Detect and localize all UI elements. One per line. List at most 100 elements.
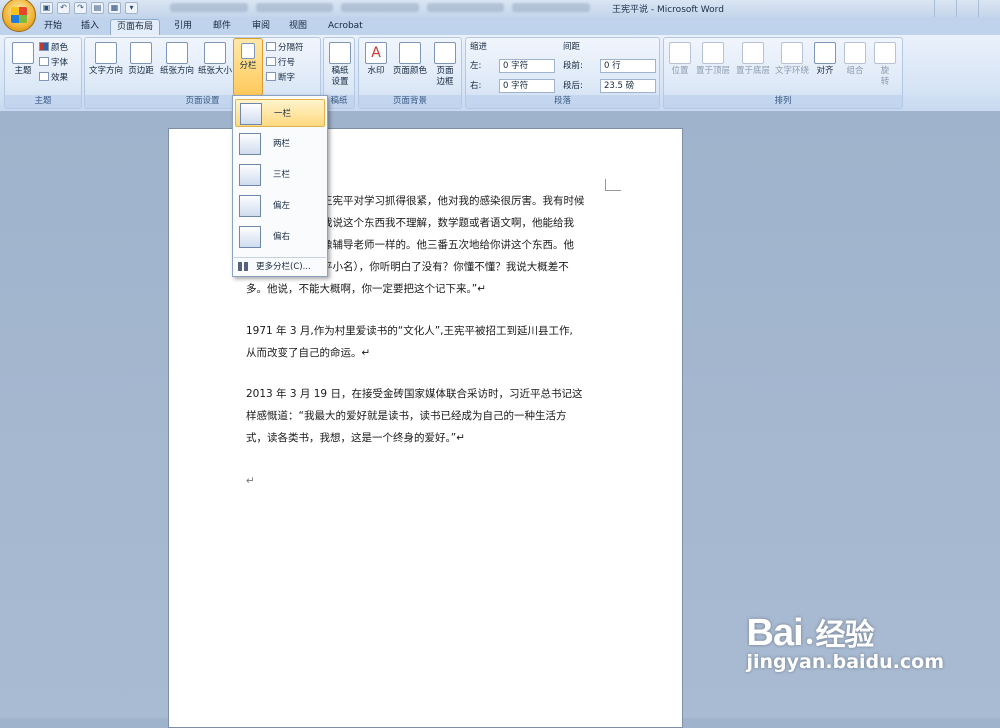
open-icon[interactable]: ▤ <box>91 2 104 14</box>
indent-heading: 缩进 <box>470 42 488 52</box>
watermark-button[interactable]: A 水印 <box>361 42 391 77</box>
bring-front-label: 置于顶层 <box>695 66 730 76</box>
quick-access-toolbar: ▣ ↶ ↷ ▤ ▦ ▾ <box>40 2 138 14</box>
fonts-label: 字体 <box>51 58 69 68</box>
paragraph-3[interactable]: 2013 年 3 月 19 日，在接受金砖国家媒体联合采访时，习近平总书记这 样… <box>246 383 612 449</box>
line-numbers-button[interactable]: 行号 <box>266 57 295 69</box>
group-theme: 主题 颜色 字体 效果 主题 <box>4 37 82 109</box>
menu-item-label: 两栏 <box>273 139 291 149</box>
text-wrap-label: 文字环绕 <box>774 66 809 76</box>
menu-item-left[interactable]: 偏左 <box>235 192 325 220</box>
bring-front-button[interactable]: 置于顶层 <box>694 42 732 77</box>
two-columns-icon <box>239 133 261 155</box>
menu-item-more-columns[interactable]: 更多分栏(C)... <box>234 257 326 275</box>
breaks-button[interactable]: 分隔符 <box>266 42 304 54</box>
draft-paper-icon <box>329 42 351 64</box>
text-direction-button[interactable]: 文字方向 <box>87 42 125 77</box>
colors-label: 颜色 <box>51 43 69 53</box>
group-objects-label: 组合 <box>846 66 864 76</box>
page-borders-icon <box>434 42 456 64</box>
send-back-button[interactable]: 置于底层 <box>734 42 772 77</box>
tab-view[interactable]: 视图 <box>283 19 313 35</box>
size-label: 纸张大小 <box>197 66 232 76</box>
left-column-icon <box>239 195 261 217</box>
text-line: 2013 年 3 月 19 日，在接受金砖国家媒体联合采访时，习近平总书记这 <box>246 388 583 400</box>
undo-icon[interactable]: ↶ <box>57 2 70 14</box>
line-numbers-icon <box>266 57 276 66</box>
tab-page-layout[interactable]: 页面布局 <box>110 19 161 35</box>
effects-button[interactable]: 效果 <box>39 72 68 84</box>
paper-size-icon <box>204 42 226 64</box>
indent-left-input[interactable]: 0 字符 <box>499 59 555 73</box>
tab-mailings[interactable]: 邮件 <box>207 19 237 35</box>
print-preview-icon[interactable]: ▦ <box>108 2 121 14</box>
group-label-draft: 稿纸 <box>324 95 354 108</box>
window-title: 王宪平说 - Microsoft Word <box>612 5 724 15</box>
page-borders-button[interactable]: 页面 边框 <box>431 42 459 88</box>
menu-item-two-columns[interactable]: 两栏 <box>235 130 325 158</box>
more-columns-icon <box>238 262 248 271</box>
margins-icon <box>130 42 152 64</box>
draft-setup-button[interactable]: 稿纸 设置 <box>326 42 354 88</box>
one-column-icon <box>240 103 262 125</box>
paragraph-2[interactable]: 1971 年 3 月,作为村里爱读书的“文化人”,王宪平被招工到延川县工作, 从… <box>246 320 612 364</box>
customize-qat-icon[interactable]: ▾ <box>125 2 138 14</box>
text-line: 样感慨道：“我最大的爱好就是读书，读书已经成为自己的一种生活方 <box>246 410 567 422</box>
tab-insert[interactable]: 插入 <box>75 19 105 35</box>
align-button[interactable]: 对齐 <box>812 42 838 77</box>
redo-icon[interactable]: ↷ <box>74 2 87 14</box>
window-controls <box>934 0 1000 17</box>
hyphenation-button[interactable]: 断字 <box>266 72 295 84</box>
effects-label: 效果 <box>51 73 69 83</box>
orientation-label: 纸张方向 <box>159 66 194 76</box>
text-wrap-button[interactable]: 文字环绕 <box>773 42 811 77</box>
align-label: 对齐 <box>816 66 834 76</box>
group-objects-icon <box>844 42 866 64</box>
indent-right-label: 右: <box>470 81 482 91</box>
group-label-theme: 主题 <box>5 95 81 108</box>
text-wrap-icon <box>781 42 803 64</box>
page-color-button[interactable]: 页面颜色 <box>391 42 429 77</box>
position-button[interactable]: 位置 <box>666 42 694 77</box>
group-background: A 水印 页面颜色 页面 边框 页面背景 <box>358 37 462 109</box>
tab-review[interactable]: 审阅 <box>246 19 276 35</box>
menu-item-label: 更多分栏(C)... <box>256 262 311 272</box>
hyphenation-label: 断字 <box>278 73 296 83</box>
group-label-background: 页面背景 <box>359 95 461 108</box>
menu-item-one-column[interactable]: 一栏 <box>235 99 325 127</box>
group-objects-button[interactable]: 组合 <box>841 42 869 77</box>
paw-icon: ● <box>805 633 814 648</box>
rotate-button[interactable]: 旋 转 <box>871 42 899 88</box>
tab-acrobat[interactable]: Acrobat <box>322 19 369 35</box>
colors-button[interactable]: 颜色 <box>39 42 68 54</box>
send-back-label: 置于底层 <box>735 66 770 76</box>
send-back-icon <box>742 42 764 64</box>
columns-button[interactable]: 分栏 <box>233 38 263 96</box>
fonts-button[interactable]: 字体 <box>39 57 68 69</box>
tab-home[interactable]: 开始 <box>38 19 68 35</box>
align-icon <box>814 42 836 64</box>
minimize-button[interactable] <box>934 0 956 17</box>
theme-button[interactable]: 主题 <box>9 42 37 77</box>
maximize-button[interactable] <box>956 0 978 17</box>
menu-item-right[interactable]: 偏右 <box>235 223 325 251</box>
spacing-after-input[interactable]: 23.5 磅 <box>600 79 656 93</box>
size-button[interactable]: 纸张大小 <box>196 42 234 77</box>
text-direction-label: 文字方向 <box>88 66 123 76</box>
draft-setup-label: 稿纸 设置 <box>331 66 349 87</box>
spacing-before-input[interactable]: 0 行 <box>600 59 656 73</box>
ribbon-tabs: 开始 插入 页面布局 引用 邮件 审阅 视图 Acrobat <box>0 17 1000 35</box>
group-label-arrange: 排列 <box>664 95 902 108</box>
save-icon[interactable]: ▣ <box>40 2 53 14</box>
watermark-url: jingyan.baidu.com <box>746 651 945 673</box>
margins-button[interactable]: 页边距 <box>125 42 157 77</box>
close-button[interactable] <box>978 0 1000 17</box>
orientation-button[interactable]: 纸张方向 <box>158 42 196 77</box>
tab-references[interactable]: 引用 <box>168 19 198 35</box>
menu-item-three-columns[interactable]: 三栏 <box>235 161 325 189</box>
indent-right-input[interactable]: 0 字符 <box>499 79 555 93</box>
blurred-taskbar-area <box>170 3 590 14</box>
rotate-label: 旋 转 <box>880 66 890 87</box>
colors-icon <box>39 42 49 51</box>
columns-dropdown-menu: 一栏 两栏 三栏 偏左 偏右 更多分栏(C)... <box>232 95 328 277</box>
